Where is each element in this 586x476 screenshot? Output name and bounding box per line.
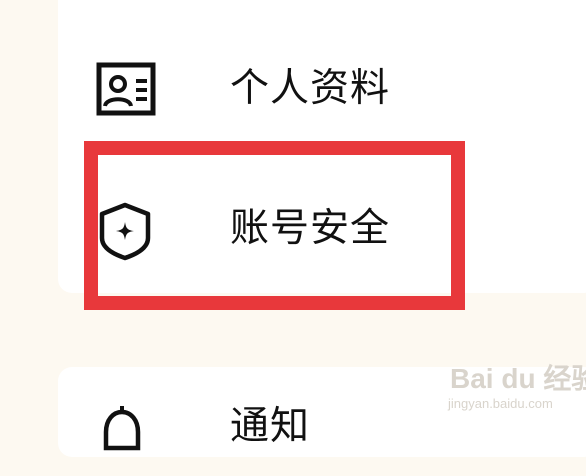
bell-icon (96, 404, 156, 464)
menu-item-label: 通知 (230, 404, 311, 449)
watermark-logo-text: Bai du 经验 (450, 363, 586, 394)
shield-icon (96, 202, 156, 262)
watermark-url: jingyan.baidu.com (448, 396, 553, 411)
baidu-jingyan-watermark: Bai du 经验 jingyan.baidu.com (446, 362, 586, 418)
menu-item-label: 个人资料 (230, 66, 391, 111)
profile-card-icon (96, 60, 156, 120)
menu-item-label: 账号安全 (230, 206, 391, 251)
